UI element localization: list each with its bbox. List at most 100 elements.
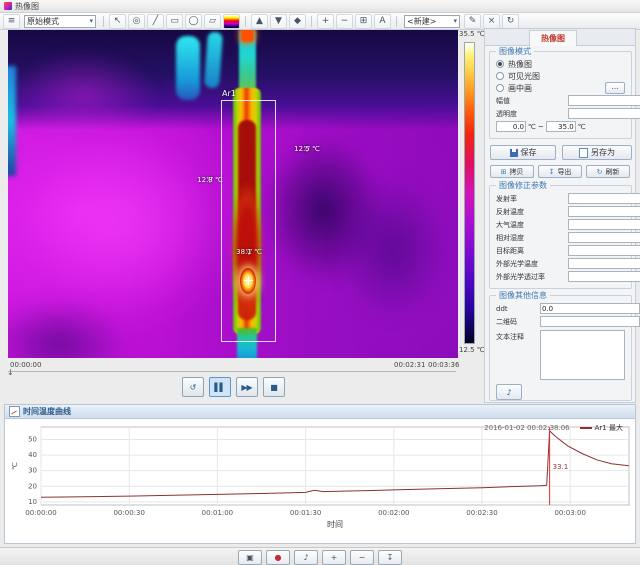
parameter-input[interactable] (568, 193, 640, 204)
chart-title: 时间温度曲线 (23, 407, 71, 416)
timeline-current: 00:02:31 (394, 361, 426, 369)
timeline-end: 00:03:36 (428, 361, 460, 369)
camera-button[interactable]: ▣ (238, 549, 262, 565)
parameter-input[interactable] (568, 206, 640, 217)
parameter-input[interactable] (568, 245, 640, 256)
palette-icon[interactable] (223, 13, 240, 29)
refresh-button[interactable]: ↻ 刷新 (586, 165, 630, 178)
audio-row: ♪ (492, 380, 629, 400)
chart-timestamp: 2016-01-02 00:02:38.06 (484, 424, 570, 432)
window-title: 热像图 (15, 1, 39, 11)
radio-button[interactable] (496, 60, 504, 68)
refresh-icon[interactable]: ↻ (502, 13, 519, 29)
mode-select-value: 原始模式 (27, 16, 59, 26)
image-mode-option[interactable]: 可见光图 (492, 70, 629, 82)
span-min-input[interactable] (496, 121, 526, 132)
radio-button[interactable] (496, 84, 504, 92)
image-mode-option[interactable]: 热像图 (492, 58, 629, 70)
marker-label: 38.1 ℃ (236, 248, 262, 256)
zoom-out-icon[interactable]: − (336, 13, 353, 29)
text-tool-icon[interactable]: A (374, 13, 391, 29)
info-input[interactable] (540, 303, 640, 314)
zoom-out-button[interactable]: − (350, 549, 374, 565)
refresh-label: 刷新 (605, 167, 620, 176)
transparency-row: 透明度 (492, 107, 640, 120)
info-row: 二维码 (492, 315, 640, 328)
line-tool-icon[interactable]: ╱ (147, 13, 164, 29)
thermal-cold-object (176, 36, 200, 100)
pause-button[interactable]: ▌▌ (208, 377, 231, 397)
copy-button[interactable]: ⊞ 拷贝 (490, 165, 534, 178)
new-select-value: <新建> (407, 16, 437, 26)
zoom-in-icon[interactable]: + (317, 13, 334, 29)
parameter-row: 大气温度℃ (492, 218, 640, 231)
grid-icon[interactable]: ⊞ (355, 13, 372, 29)
transparency-input[interactable] (568, 108, 640, 119)
save-button[interactable]: 保存 (490, 145, 556, 160)
temperature-colorbar[interactable] (464, 42, 475, 344)
toolbar-separator (103, 15, 104, 27)
edit-actions: ⊞ 拷贝 ↧ 导出 ↻ 刷新 (490, 165, 630, 178)
thermal-image[interactable]: Ar1 ▽ 12.8 ℃ ▽ 12.5 ℃ ▽ 38.1 ℃ (8, 30, 458, 358)
svg-text:00:01:30: 00:01:30 (290, 509, 321, 517)
group-title: 图像其他信息 (496, 290, 550, 301)
save-as-doc-icon (579, 147, 588, 158)
parameter-input[interactable] (568, 232, 640, 243)
zoom-in-button[interactable]: + (322, 549, 346, 565)
save-as-button[interactable]: 另存为 (562, 145, 632, 160)
parameter-label: 发射率 (496, 194, 517, 203)
marker-max-icon[interactable]: ▲ (251, 13, 268, 29)
timeline-scrubber[interactable] (8, 371, 456, 372)
parameter-label: 相对湿度 (496, 233, 524, 242)
audio-button[interactable]: ♪ (294, 549, 318, 565)
cursor-tool-icon[interactable]: ↖ (109, 13, 126, 29)
marker-min-icon[interactable]: ▼ (270, 13, 287, 29)
span-unit: ℃ (528, 122, 536, 131)
export-button[interactable]: ↧ (378, 549, 402, 565)
image-mode-option[interactable]: 画中画… (492, 82, 629, 94)
chart-header: 时间温度曲线 (5, 405, 635, 419)
info-input[interactable] (540, 316, 640, 327)
stop-button[interactable]: ■ (262, 377, 285, 397)
note-row: 文本注释 (492, 328, 629, 380)
menu-icon[interactable]: ≡ (3, 13, 20, 29)
parameter-input[interactable] (568, 271, 640, 282)
parameter-input[interactable] (568, 219, 640, 230)
spot-tool-icon[interactable]: ◎ (128, 13, 145, 29)
svg-text:30: 30 (28, 467, 37, 475)
ellipse-tool-icon[interactable]: ◯ (185, 13, 202, 29)
chart-legend: Ar1 最大 (579, 423, 623, 433)
tab-thermal-image[interactable]: 热像图 (529, 30, 577, 46)
export-button[interactable]: ↧ 导出 (538, 165, 582, 178)
chart-panel: 时间温度曲线 2016-01-02 00:02:38.06 Ar1 最大 10 2… (4, 404, 636, 544)
parameter-row: 外部光学温度℃ (492, 257, 640, 270)
blend-input[interactable] (568, 95, 640, 106)
correction-group: 图像修正参数 发射率反射温度℃大气温度℃相对湿度目标距离m外部光学温度℃外部光学… (489, 180, 640, 289)
record-button[interactable]: ● (266, 549, 290, 565)
info-row: ddt (492, 302, 640, 315)
radio-button[interactable] (496, 72, 504, 80)
new-select[interactable]: <新建> ▾ (404, 14, 460, 28)
timeline-playhead-icon[interactable]: ↓ (7, 368, 14, 377)
span-max-input[interactable] (545, 121, 576, 132)
toolbar-separator (311, 15, 312, 27)
svg-text:10: 10 (28, 498, 37, 506)
roi-rectangle[interactable] (221, 100, 276, 342)
pip-config-button[interactable]: … (605, 82, 625, 94)
temperature-chart[interactable]: 10 20 30 40 50 00:00:00 00:00:30 00:01:00 00:01:… (5, 419, 637, 531)
parameter-label: 反射温度 (496, 207, 524, 216)
replay-button[interactable]: ↺ (181, 377, 204, 397)
delete-icon[interactable]: × (483, 13, 500, 29)
parameter-input[interactable] (568, 258, 640, 269)
mode-select[interactable]: 原始模式 ▾ (24, 14, 96, 28)
rect-tool-icon[interactable]: ▭ (166, 13, 183, 29)
fast-forward-button[interactable]: ▶▶ (235, 377, 258, 397)
radio-label: 可见光图 (508, 71, 540, 81)
marker-cursor-icon[interactable]: ◆ (289, 13, 306, 29)
edit-icon[interactable]: ✎ (464, 13, 481, 29)
note-textarea[interactable] (540, 330, 625, 380)
export-icon: ↧ (548, 167, 555, 176)
polygon-tool-icon[interactable]: ▱ (204, 13, 221, 29)
marker-label: 12.8 ℃ (197, 176, 223, 184)
audio-note-button[interactable]: ♪ (496, 384, 522, 400)
